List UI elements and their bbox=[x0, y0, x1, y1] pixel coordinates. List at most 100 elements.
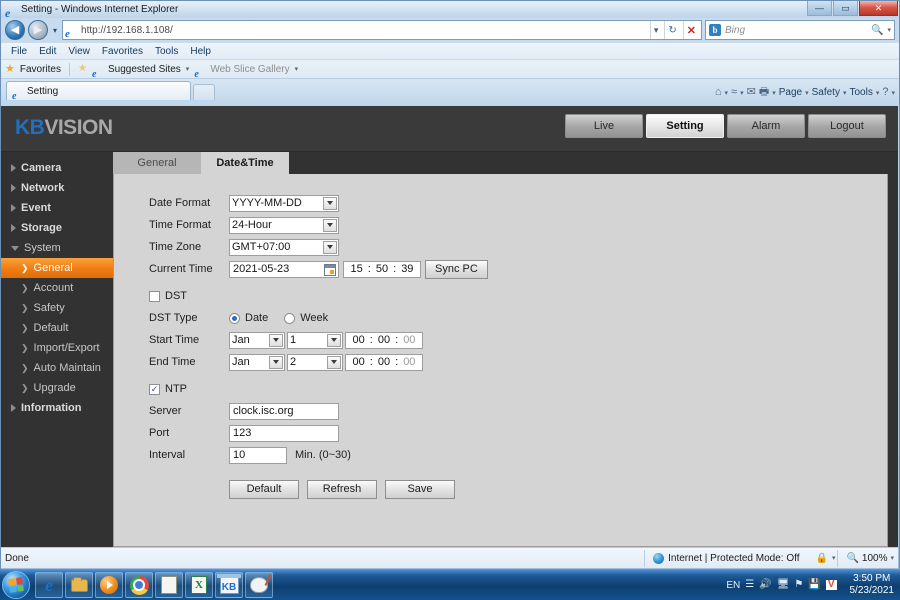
tab-date-time[interactable]: Date&Time bbox=[201, 152, 289, 174]
back-button[interactable]: ◀ bbox=[5, 20, 25, 40]
search-box[interactable]: b Bing 🔍 ▾ bbox=[705, 20, 895, 40]
tools-menu-button[interactable]: Tools bbox=[849, 87, 872, 98]
start-day-select[interactable]: 1 bbox=[287, 331, 343, 349]
mail-icon[interactable]: ✉ bbox=[747, 87, 756, 98]
taskbar-item-google-chrome[interactable] bbox=[125, 572, 153, 598]
refresh-icon[interactable]: ↻ bbox=[664, 21, 679, 39]
sidebar-item-upgrade[interactable]: ❯ Upgrade bbox=[1, 378, 113, 398]
page-menu-button[interactable]: Page bbox=[779, 87, 802, 98]
time-zone-select[interactable]: GMT+07:00 bbox=[229, 238, 339, 256]
removable-device-icon[interactable]: 💾 bbox=[808, 580, 820, 590]
taskbar-item-notepad-app[interactable] bbox=[155, 572, 183, 598]
taskbar-item-windows-explorer[interactable] bbox=[65, 572, 93, 598]
nav-tab-setting[interactable]: Setting bbox=[646, 114, 724, 138]
chevron-down-icon[interactable] bbox=[269, 333, 283, 347]
zoom-caret-icon[interactable]: ▾ bbox=[890, 554, 894, 562]
chevron-down-icon[interactable] bbox=[323, 218, 337, 232]
page-caret-icon[interactable]: ▾ bbox=[805, 89, 809, 97]
menu-help[interactable]: Help bbox=[184, 45, 217, 58]
end-month-select[interactable]: Jan bbox=[229, 353, 285, 371]
sidebar-item-auto-maintain[interactable]: ❯ Auto Maintain bbox=[1, 358, 113, 378]
feeds-caret-icon[interactable]: ▾ bbox=[740, 89, 744, 97]
zoom-control[interactable]: 🔍 100% ▾ bbox=[837, 549, 894, 567]
address-dropdown-icon[interactable]: ▾ bbox=[649, 21, 662, 39]
dst-type-week-radio[interactable] bbox=[284, 312, 296, 324]
taskbar-item-paint[interactable] bbox=[245, 572, 273, 598]
add-favorite-star-icon[interactable]: ★ bbox=[78, 64, 87, 74]
stop-icon[interactable]: ✕ bbox=[682, 21, 699, 39]
chevron-down-icon[interactable] bbox=[327, 333, 341, 347]
port-input[interactable]: 123 bbox=[229, 424, 339, 442]
sidebar-item-safety[interactable]: ❯ Safety bbox=[1, 298, 113, 318]
home-icon[interactable]: ⌂ bbox=[715, 87, 722, 98]
print-caret-icon[interactable]: ▾ bbox=[772, 89, 776, 97]
search-provider-caret-icon[interactable]: ▾ bbox=[887, 26, 891, 34]
date-format-select[interactable]: YYYY-MM-DD bbox=[229, 194, 339, 212]
default-button[interactable]: Default bbox=[229, 479, 299, 499]
menu-tools[interactable]: Tools bbox=[149, 45, 184, 58]
current-date-input[interactable]: 2021-05-23 bbox=[229, 260, 339, 278]
chevron-down-icon[interactable] bbox=[323, 196, 337, 210]
browser-tab-setting[interactable]: e Setting bbox=[6, 81, 191, 101]
start-month-select[interactable]: Jan bbox=[229, 331, 285, 349]
action-center-icon[interactable]: ⚑ bbox=[794, 580, 803, 590]
antivirus-icon[interactable]: V bbox=[825, 580, 837, 590]
language-indicator[interactable]: EN bbox=[726, 580, 740, 591]
current-time-input[interactable]: 15 : 50 : 39 bbox=[343, 260, 421, 278]
tab-general[interactable]: General bbox=[113, 152, 201, 174]
menu-view[interactable]: View bbox=[62, 45, 96, 58]
maximize-button[interactable]: ▭ bbox=[833, 1, 858, 16]
taskbar-item-excel[interactable]: X bbox=[185, 572, 213, 598]
interval-input[interactable]: 10 bbox=[229, 446, 287, 464]
favorites-label[interactable]: Favorites bbox=[20, 64, 61, 75]
chevron-down-icon[interactable] bbox=[323, 240, 337, 254]
ntp-checkbox[interactable]: ✓ bbox=[149, 383, 160, 395]
sidebar-item-camera[interactable]: Camera bbox=[1, 158, 113, 178]
server-input[interactable]: clock.isc.org bbox=[229, 402, 339, 420]
calendar-icon[interactable] bbox=[324, 263, 336, 276]
forward-button[interactable]: ▶ bbox=[28, 20, 48, 40]
address-bar[interactable]: e http://192.168.1.108/ ▾ ↻ ✕ bbox=[62, 20, 702, 40]
privacy-caret-icon[interactable]: ▾ bbox=[832, 554, 836, 562]
chevron-down-icon[interactable] bbox=[327, 355, 341, 369]
dst-type-date-radio[interactable] bbox=[229, 312, 240, 324]
print-icon[interactable]: 🖶 bbox=[759, 87, 769, 98]
feeds-icon[interactable]: ≈ bbox=[731, 87, 737, 98]
start-time-input[interactable]: 00 : 00 : 00 bbox=[345, 331, 423, 349]
tools-caret-icon[interactable]: ▾ bbox=[876, 89, 880, 97]
nav-tab-live[interactable]: Live bbox=[565, 114, 643, 138]
new-tab-button[interactable] bbox=[193, 84, 215, 100]
chevron-down-icon[interactable] bbox=[269, 355, 283, 369]
sidebar-item-event[interactable]: Event bbox=[1, 198, 113, 218]
close-button[interactable]: ✕ bbox=[859, 1, 898, 16]
web-slice-gallery-label[interactable]: Web Slice Gallery bbox=[210, 64, 289, 75]
safety-caret-icon[interactable]: ▾ bbox=[843, 89, 847, 97]
menu-file[interactable]: File bbox=[5, 45, 33, 58]
end-day-select[interactable]: 2 bbox=[287, 353, 343, 371]
volume-muted-icon[interactable]: 🔊 bbox=[759, 580, 771, 590]
security-zone[interactable]: Internet | Protected Mode: Off bbox=[644, 549, 807, 567]
sync-pc-button[interactable]: Sync PC bbox=[425, 259, 488, 279]
signal-icon[interactable]: ☰ bbox=[745, 580, 754, 590]
save-button[interactable]: Save bbox=[385, 479, 455, 499]
recent-pages-caret-icon[interactable]: ▾ bbox=[51, 26, 59, 35]
minimize-button[interactable]: — bbox=[807, 1, 832, 16]
help-icon[interactable]: ? bbox=[882, 87, 888, 98]
help-caret-icon[interactable]: ▾ bbox=[891, 89, 895, 97]
home-caret-icon[interactable]: ▾ bbox=[725, 89, 729, 97]
sidebar-item-default[interactable]: ❯ Default bbox=[1, 318, 113, 338]
display-icon[interactable]: 🖥 bbox=[777, 580, 790, 590]
sidebar-item-system[interactable]: System bbox=[1, 238, 113, 258]
dst-checkbox[interactable] bbox=[149, 290, 160, 302]
taskbar-item-kbvision-app[interactable]: KB bbox=[215, 572, 243, 598]
suggested-sites-label[interactable]: Suggested Sites bbox=[108, 64, 181, 75]
sidebar-item-network[interactable]: Network bbox=[1, 178, 113, 198]
taskbar-item-media-player[interactable] bbox=[95, 572, 123, 598]
sidebar-item-account[interactable]: ❯ Account bbox=[1, 278, 113, 298]
end-time-input[interactable]: 00 : 00 : 00 bbox=[345, 353, 423, 371]
sidebar-item-storage[interactable]: Storage bbox=[1, 218, 113, 238]
web-slice-caret-icon[interactable]: ▾ bbox=[295, 65, 299, 73]
safety-menu-button[interactable]: Safety bbox=[812, 87, 840, 98]
sidebar-item-general[interactable]: ❯ General bbox=[1, 258, 113, 278]
suggested-sites-caret-icon[interactable]: ▾ bbox=[186, 65, 190, 73]
